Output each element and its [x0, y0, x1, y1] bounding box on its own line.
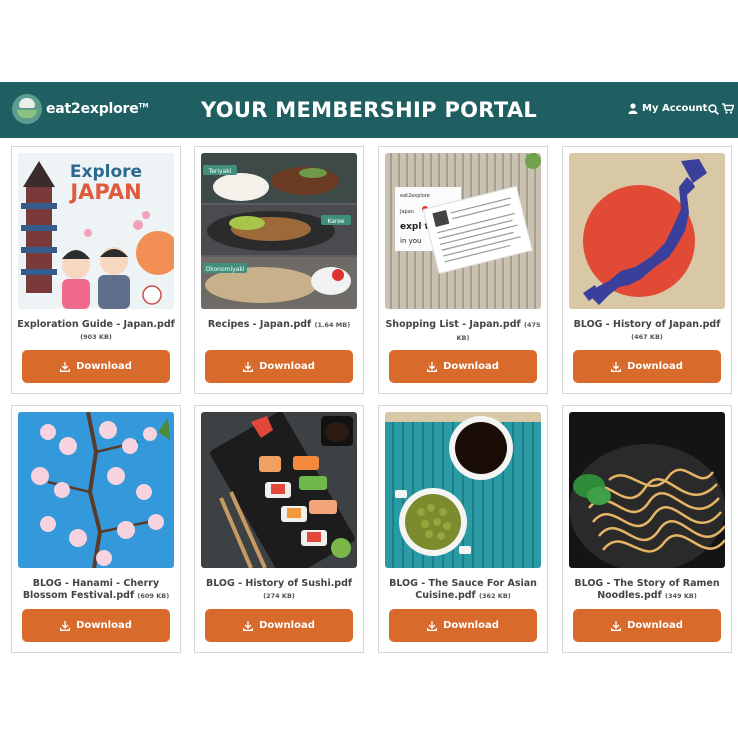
download-icon	[60, 620, 71, 631]
file-name: BLOG - The Sauce For Asian Cuisine.pdf	[389, 578, 537, 601]
download-button[interactable]: Download	[389, 350, 537, 383]
file-size: (362 KB)	[479, 591, 511, 600]
explore-label: Explore	[70, 162, 142, 182]
file-size: (349 KB)	[665, 591, 697, 600]
download-card: BLOG - The Sauce For Asian Cuisine.pdf (…	[378, 405, 548, 653]
file-name: Recipes - Japan.pdf	[207, 319, 312, 330]
file-title: Shopping List - Japan.pdf (475 KB)	[383, 319, 543, 344]
my-account-link[interactable]: My Account	[628, 103, 707, 114]
download-icon	[427, 620, 438, 631]
download-label: Download	[259, 620, 315, 631]
download-button[interactable]: Download	[22, 350, 170, 383]
file-name: BLOG - The Story of Ramen Noodles.pdf	[574, 578, 720, 601]
download-label: Download	[259, 361, 315, 372]
download-card: Explore JAPAN Exploration Guide - Japan.…	[11, 146, 181, 394]
download-button[interactable]: Download	[573, 350, 721, 383]
sushi-thumbnail[interactable]	[201, 412, 357, 568]
file-title: BLOG - History of Sushi.pdf (274 KB)	[199, 578, 359, 602]
download-card: BLOG - History of Sushi.pdf (274 KB) Dow…	[194, 405, 364, 653]
account-label: My Account	[642, 103, 708, 114]
file-size: (467 KB)	[631, 332, 663, 341]
cherry-blossom-thumbnail[interactable]	[18, 412, 174, 568]
site-header: eat2exploreTM YOUR MEMBERSHIP PORTAL My …	[0, 82, 738, 138]
logo-tm: TM	[138, 102, 149, 110]
tag-karee: Karee	[327, 218, 345, 225]
file-name: Shopping List - Japan.pdf	[385, 319, 521, 330]
download-card: BLOG - History of Japan.pdf (467 KB) Dow…	[562, 146, 732, 394]
logo-text: eat2exploreTM	[46, 101, 149, 117]
file-name: BLOG - History of Sushi.pdf	[205, 578, 353, 589]
file-name: BLOG - History of Japan.pdf	[573, 319, 721, 330]
download-label: Download	[443, 361, 499, 372]
file-title: BLOG - The Sauce For Asian Cuisine.pdf (…	[383, 578, 543, 602]
file-name: Exploration Guide - Japan.pdf	[17, 319, 175, 330]
file-size: (903 KB)	[80, 332, 112, 341]
file-size: (1.64 MB)	[314, 321, 351, 329]
download-button[interactable]: Download	[573, 609, 721, 642]
download-button[interactable]: Download	[205, 350, 353, 383]
user-icon	[628, 103, 638, 114]
soy-sauce-thumbnail[interactable]	[385, 412, 541, 568]
download-icon	[243, 361, 254, 372]
file-size: (609 KB)	[137, 591, 170, 600]
explore-japan-thumbnail[interactable]: Explore JAPAN	[18, 153, 174, 309]
file-title: BLOG - The Story of Ramen Noodles.pdf (3…	[567, 578, 727, 602]
cart-icon[interactable]	[722, 103, 734, 114]
ramen-thumbnail[interactable]	[569, 412, 725, 568]
download-label: Download	[627, 361, 683, 372]
file-size: (274 KB)	[263, 591, 295, 600]
file-title: Recipes - Japan.pdf (1.64 MB)	[199, 319, 359, 332]
download-card: BLOG - The Story of Ramen Noodles.pdf (3…	[562, 405, 732, 653]
download-icon	[243, 620, 254, 631]
download-label: Download	[76, 620, 132, 631]
download-label: Download	[443, 620, 499, 631]
download-icon	[427, 361, 438, 372]
japan-label: JAPAN	[68, 180, 141, 204]
tag-teriyaki: Teriyaki	[208, 168, 232, 175]
tag-okonomiyaki: Okonomiyaki	[205, 266, 244, 273]
download-card: Teriyaki Karee Okonomiyaki Recipes - Jap…	[194, 146, 364, 394]
download-icon	[611, 620, 622, 631]
download-button[interactable]: Download	[389, 609, 537, 642]
card-country-label: Japan	[399, 209, 414, 215]
japan-map-thumbnail[interactable]	[569, 153, 725, 309]
download-icon	[60, 361, 71, 372]
download-label: Download	[76, 361, 132, 372]
file-title: BLOG - History of Japan.pdf (467 KB)	[567, 319, 727, 343]
search-icon[interactable]	[708, 104, 719, 115]
card-small-label: in you	[400, 237, 421, 245]
download-card: BLOG - Hanami - Cherry Blossom Festival.…	[11, 405, 181, 653]
file-title: Exploration Guide - Japan.pdf (903 KB)	[16, 319, 176, 343]
download-button[interactable]: Download	[205, 609, 353, 642]
site-logo[interactable]: eat2exploreTM	[12, 94, 148, 124]
file-title: BLOG - Hanami - Cherry Blossom Festival.…	[16, 578, 176, 602]
card-brand-label: eat2explore	[400, 193, 430, 199]
download-card: eat2explore Japan expl the in you Shoppi…	[378, 146, 548, 394]
shopping-list-thumbnail[interactable]: eat2explore Japan expl the in you	[385, 153, 541, 309]
recipes-thumbnail[interactable]: Teriyaki Karee Okonomiyaki	[201, 153, 357, 309]
chef-hat-logo-icon	[12, 94, 42, 124]
download-label: Download	[627, 620, 683, 631]
download-icon	[611, 361, 622, 372]
download-button[interactable]: Download	[22, 609, 170, 642]
